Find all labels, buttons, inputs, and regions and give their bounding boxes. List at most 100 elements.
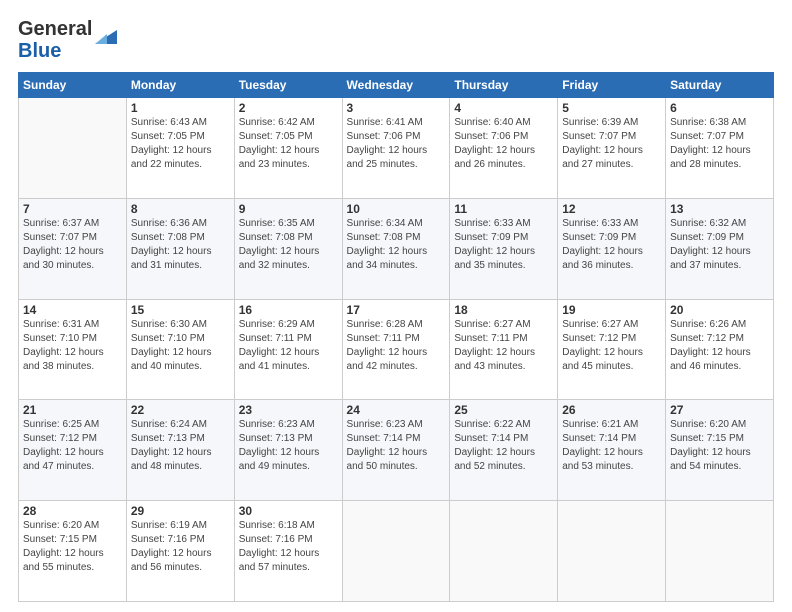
day-number: 15 <box>131 303 230 317</box>
calendar-week-row: 1Sunrise: 6:43 AM Sunset: 7:05 PM Daylig… <box>19 98 774 199</box>
day-number: 1 <box>131 101 230 115</box>
table-row: 24Sunrise: 6:23 AM Sunset: 7:14 PM Dayli… <box>342 400 450 501</box>
calendar-table: Sunday Monday Tuesday Wednesday Thursday… <box>18 72 774 602</box>
day-info: Sunrise: 6:18 AM Sunset: 7:16 PM Dayligh… <box>239 519 338 575</box>
table-row: 28Sunrise: 6:20 AM Sunset: 7:15 PM Dayli… <box>19 501 127 602</box>
day-number: 19 <box>562 303 661 317</box>
col-wednesday: Wednesday <box>342 73 450 98</box>
day-number: 29 <box>131 504 230 518</box>
day-number: 3 <box>347 101 446 115</box>
table-row <box>558 501 666 602</box>
day-info: Sunrise: 6:23 AM Sunset: 7:14 PM Dayligh… <box>347 418 446 474</box>
day-info: Sunrise: 6:26 AM Sunset: 7:12 PM Dayligh… <box>670 318 769 374</box>
day-number: 4 <box>454 101 553 115</box>
day-info: Sunrise: 6:29 AM Sunset: 7:11 PM Dayligh… <box>239 318 338 374</box>
page: General Blue Sunday Monday Tuesday Wedne… <box>0 0 792 612</box>
day-number: 7 <box>23 202 122 216</box>
col-friday: Friday <box>558 73 666 98</box>
day-info: Sunrise: 6:24 AM Sunset: 7:13 PM Dayligh… <box>131 418 230 474</box>
day-info: Sunrise: 6:41 AM Sunset: 7:06 PM Dayligh… <box>347 116 446 172</box>
day-info: Sunrise: 6:20 AM Sunset: 7:15 PM Dayligh… <box>23 519 122 575</box>
table-row: 10Sunrise: 6:34 AM Sunset: 7:08 PM Dayli… <box>342 198 450 299</box>
table-row: 7Sunrise: 6:37 AM Sunset: 7:07 PM Daylig… <box>19 198 127 299</box>
day-number: 5 <box>562 101 661 115</box>
table-row: 4Sunrise: 6:40 AM Sunset: 7:06 PM Daylig… <box>450 98 558 199</box>
day-info: Sunrise: 6:21 AM Sunset: 7:14 PM Dayligh… <box>562 418 661 474</box>
calendar-week-row: 7Sunrise: 6:37 AM Sunset: 7:07 PM Daylig… <box>19 198 774 299</box>
day-number: 22 <box>131 403 230 417</box>
day-number: 23 <box>239 403 338 417</box>
day-info: Sunrise: 6:38 AM Sunset: 7:07 PM Dayligh… <box>670 116 769 172</box>
day-number: 30 <box>239 504 338 518</box>
logo-blue: Blue <box>18 40 61 62</box>
logo-general: General <box>18 18 92 40</box>
day-number: 11 <box>454 202 553 216</box>
table-row <box>19 98 127 199</box>
day-info: Sunrise: 6:35 AM Sunset: 7:08 PM Dayligh… <box>239 217 338 273</box>
table-row: 23Sunrise: 6:23 AM Sunset: 7:13 PM Dayli… <box>234 400 342 501</box>
day-info: Sunrise: 6:22 AM Sunset: 7:14 PM Dayligh… <box>454 418 553 474</box>
table-row: 20Sunrise: 6:26 AM Sunset: 7:12 PM Dayli… <box>666 299 774 400</box>
day-info: Sunrise: 6:30 AM Sunset: 7:10 PM Dayligh… <box>131 318 230 374</box>
day-number: 9 <box>239 202 338 216</box>
table-row: 1Sunrise: 6:43 AM Sunset: 7:05 PM Daylig… <box>126 98 234 199</box>
table-row: 15Sunrise: 6:30 AM Sunset: 7:10 PM Dayli… <box>126 299 234 400</box>
table-row: 22Sunrise: 6:24 AM Sunset: 7:13 PM Dayli… <box>126 400 234 501</box>
table-row: 12Sunrise: 6:33 AM Sunset: 7:09 PM Dayli… <box>558 198 666 299</box>
day-info: Sunrise: 6:42 AM Sunset: 7:05 PM Dayligh… <box>239 116 338 172</box>
day-number: 25 <box>454 403 553 417</box>
day-info: Sunrise: 6:40 AM Sunset: 7:06 PM Dayligh… <box>454 116 553 172</box>
calendar-week-row: 14Sunrise: 6:31 AM Sunset: 7:10 PM Dayli… <box>19 299 774 400</box>
day-info: Sunrise: 6:23 AM Sunset: 7:13 PM Dayligh… <box>239 418 338 474</box>
table-row <box>450 501 558 602</box>
table-row <box>666 501 774 602</box>
table-row: 30Sunrise: 6:18 AM Sunset: 7:16 PM Dayli… <box>234 501 342 602</box>
day-info: Sunrise: 6:39 AM Sunset: 7:07 PM Dayligh… <box>562 116 661 172</box>
day-number: 2 <box>239 101 338 115</box>
logo-icon <box>95 26 117 44</box>
table-row: 8Sunrise: 6:36 AM Sunset: 7:08 PM Daylig… <box>126 198 234 299</box>
day-number: 17 <box>347 303 446 317</box>
day-number: 24 <box>347 403 446 417</box>
day-info: Sunrise: 6:43 AM Sunset: 7:05 PM Dayligh… <box>131 116 230 172</box>
day-number: 18 <box>454 303 553 317</box>
logo: General Blue <box>18 18 117 62</box>
table-row: 25Sunrise: 6:22 AM Sunset: 7:14 PM Dayli… <box>450 400 558 501</box>
day-number: 14 <box>23 303 122 317</box>
day-info: Sunrise: 6:25 AM Sunset: 7:12 PM Dayligh… <box>23 418 122 474</box>
day-info: Sunrise: 6:20 AM Sunset: 7:15 PM Dayligh… <box>670 418 769 474</box>
table-row: 17Sunrise: 6:28 AM Sunset: 7:11 PM Dayli… <box>342 299 450 400</box>
day-number: 28 <box>23 504 122 518</box>
day-number: 26 <box>562 403 661 417</box>
table-row: 19Sunrise: 6:27 AM Sunset: 7:12 PM Dayli… <box>558 299 666 400</box>
day-number: 27 <box>670 403 769 417</box>
table-row: 6Sunrise: 6:38 AM Sunset: 7:07 PM Daylig… <box>666 98 774 199</box>
day-info: Sunrise: 6:34 AM Sunset: 7:08 PM Dayligh… <box>347 217 446 273</box>
day-info: Sunrise: 6:27 AM Sunset: 7:12 PM Dayligh… <box>562 318 661 374</box>
calendar-header-row: Sunday Monday Tuesday Wednesday Thursday… <box>19 73 774 98</box>
table-row: 2Sunrise: 6:42 AM Sunset: 7:05 PM Daylig… <box>234 98 342 199</box>
col-sunday: Sunday <box>19 73 127 98</box>
col-monday: Monday <box>126 73 234 98</box>
table-row: 5Sunrise: 6:39 AM Sunset: 7:07 PM Daylig… <box>558 98 666 199</box>
col-tuesday: Tuesday <box>234 73 342 98</box>
day-number: 16 <box>239 303 338 317</box>
table-row: 27Sunrise: 6:20 AM Sunset: 7:15 PM Dayli… <box>666 400 774 501</box>
table-row: 29Sunrise: 6:19 AM Sunset: 7:16 PM Dayli… <box>126 501 234 602</box>
day-info: Sunrise: 6:28 AM Sunset: 7:11 PM Dayligh… <box>347 318 446 374</box>
table-row: 16Sunrise: 6:29 AM Sunset: 7:11 PM Dayli… <box>234 299 342 400</box>
table-row: 26Sunrise: 6:21 AM Sunset: 7:14 PM Dayli… <box>558 400 666 501</box>
table-row <box>342 501 450 602</box>
calendar-week-row: 21Sunrise: 6:25 AM Sunset: 7:12 PM Dayli… <box>19 400 774 501</box>
table-row: 14Sunrise: 6:31 AM Sunset: 7:10 PM Dayli… <box>19 299 127 400</box>
calendar-week-row: 28Sunrise: 6:20 AM Sunset: 7:15 PM Dayli… <box>19 501 774 602</box>
table-row: 13Sunrise: 6:32 AM Sunset: 7:09 PM Dayli… <box>666 198 774 299</box>
day-info: Sunrise: 6:27 AM Sunset: 7:11 PM Dayligh… <box>454 318 553 374</box>
day-number: 10 <box>347 202 446 216</box>
day-info: Sunrise: 6:36 AM Sunset: 7:08 PM Dayligh… <box>131 217 230 273</box>
day-number: 21 <box>23 403 122 417</box>
day-number: 13 <box>670 202 769 216</box>
day-info: Sunrise: 6:19 AM Sunset: 7:16 PM Dayligh… <box>131 519 230 575</box>
day-info: Sunrise: 6:32 AM Sunset: 7:09 PM Dayligh… <box>670 217 769 273</box>
table-row: 11Sunrise: 6:33 AM Sunset: 7:09 PM Dayli… <box>450 198 558 299</box>
